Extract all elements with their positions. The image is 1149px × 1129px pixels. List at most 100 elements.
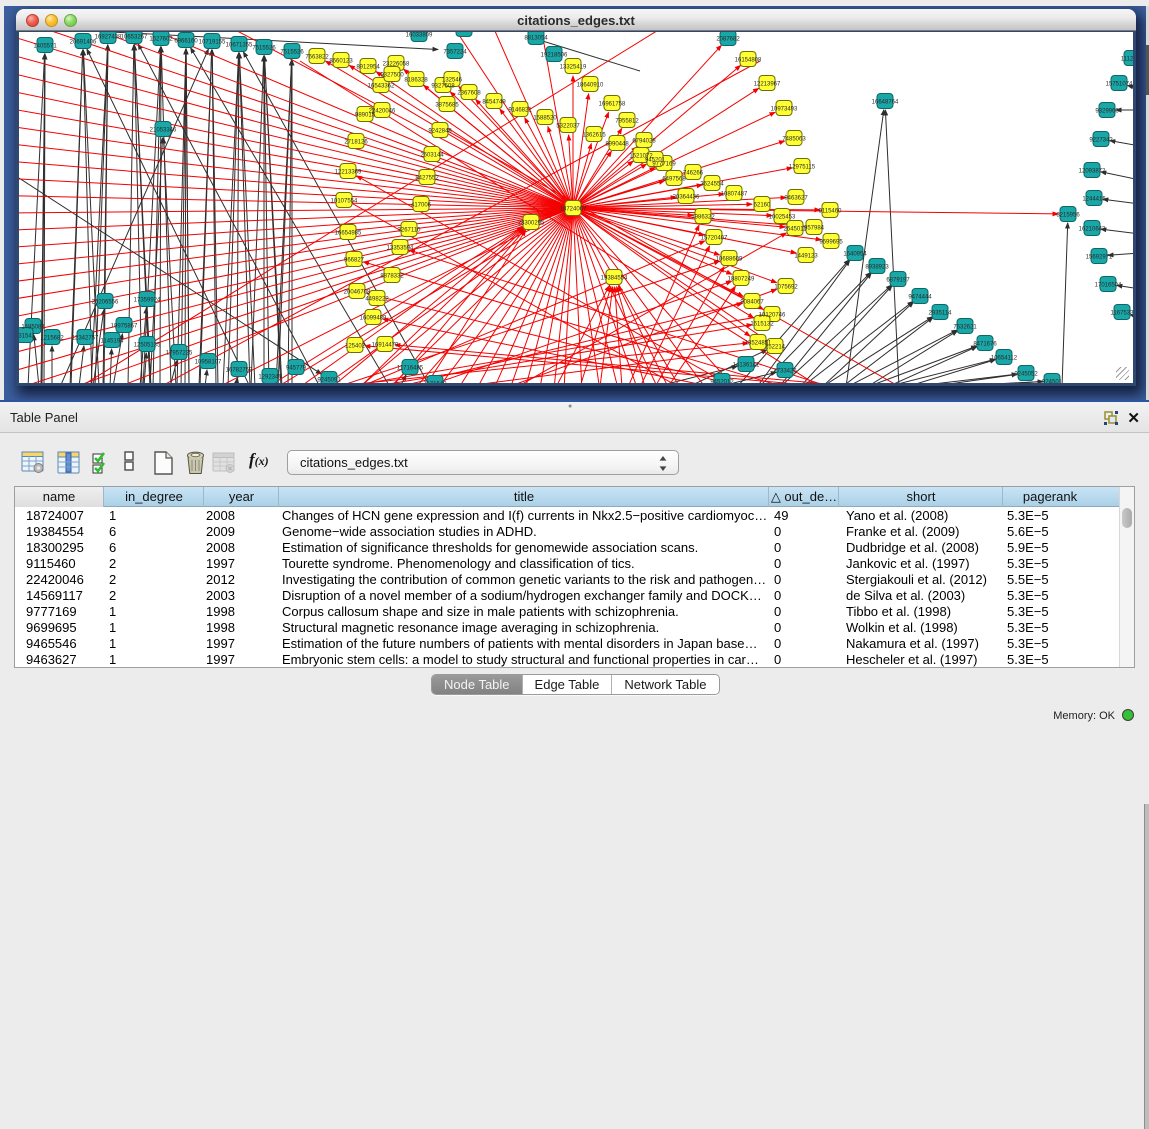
svg-text:5322037: 5322037 <box>556 124 580 130</box>
svg-text:7955812: 7955812 <box>615 119 639 125</box>
svg-text:966827: 966827 <box>344 258 365 264</box>
svg-text:417006: 417006 <box>411 203 432 209</box>
svg-text:1362615: 1362615 <box>582 133 606 139</box>
svg-text:16654985: 16654985 <box>335 231 362 237</box>
svg-text:7986322: 7986322 <box>691 215 715 221</box>
svg-text:7485063: 7485063 <box>782 137 806 143</box>
svg-text:12093872: 12093872 <box>1079 169 1106 175</box>
svg-text:9699695: 9699695 <box>819 240 843 246</box>
svg-text:2367608: 2367608 <box>457 91 481 97</box>
svg-text:8912954: 8912954 <box>356 65 380 71</box>
svg-text:9245052: 9245052 <box>1014 372 1038 378</box>
svg-text:18724007: 18724007 <box>560 207 587 213</box>
svg-text:20364436: 20364436 <box>673 195 700 201</box>
svg-text:20206556: 20206556 <box>92 300 119 306</box>
svg-text:7663822: 7663822 <box>305 55 329 61</box>
svg-text:9452012: 9452012 <box>710 380 734 384</box>
svg-text:9245091: 9245091 <box>317 378 341 384</box>
svg-text:10807487: 10807487 <box>721 192 748 198</box>
svg-text:1615132: 1615132 <box>750 322 774 328</box>
svg-text:3875685: 3875685 <box>435 103 459 109</box>
svg-text:4498222: 4498222 <box>365 297 389 303</box>
svg-text:9327500: 9327500 <box>380 73 404 79</box>
svg-text:945201: 945201 <box>645 158 666 164</box>
svg-text:16782759: 16782759 <box>226 368 253 374</box>
svg-text:2935114: 2935114 <box>929 311 953 317</box>
svg-text:8471676: 8471676 <box>973 342 997 348</box>
svg-text:7515526: 7515526 <box>252 46 276 52</box>
svg-text:989015: 989015 <box>355 113 376 119</box>
svg-text:746266: 746266 <box>683 171 704 177</box>
svg-text:8454749: 8454749 <box>482 100 506 106</box>
svg-text:6966160: 6966160 <box>174 39 198 45</box>
svg-text:8878332: 8878332 <box>380 274 404 280</box>
svg-text:11716485: 11716485 <box>397 366 424 372</box>
svg-text:23226058: 23226058 <box>383 62 410 68</box>
svg-text:9242848: 9242848 <box>428 129 452 135</box>
svg-text:10973493: 10973493 <box>771 107 798 113</box>
svg-text:13353594: 13353594 <box>387 246 414 252</box>
svg-text:14136141: 14136141 <box>733 363 760 369</box>
svg-text:15692971: 15692971 <box>1086 255 1113 261</box>
svg-text:17957225: 17957225 <box>166 351 193 357</box>
svg-text:6794028: 6794028 <box>632 139 656 145</box>
svg-text:19384554: 19384554 <box>601 276 628 282</box>
svg-text:16648764: 16648764 <box>872 100 899 106</box>
svg-text:9463627: 9463627 <box>784 196 808 202</box>
svg-text:3267110: 3267110 <box>398 228 422 234</box>
svg-text:1171640: 1171640 <box>424 382 448 384</box>
svg-text:2087682: 2087682 <box>716 37 740 43</box>
svg-text:7632621: 7632621 <box>953 325 977 331</box>
svg-text:1588520: 1588520 <box>533 116 557 122</box>
svg-text:2718126: 2718126 <box>344 140 368 146</box>
svg-text:8215956: 8215956 <box>1056 213 1080 219</box>
svg-text:12213967: 12213967 <box>754 82 781 88</box>
svg-text:10653267: 10653267 <box>121 35 148 41</box>
svg-text:8427552: 8427552 <box>415 176 439 182</box>
svg-text:23300295: 23300295 <box>518 221 545 227</box>
svg-text:6497568: 6497568 <box>662 177 686 183</box>
svg-text:1112334: 1112334 <box>1121 57 1133 63</box>
svg-text:10025453: 10025453 <box>769 215 796 221</box>
svg-text:1640954: 1640954 <box>843 252 867 258</box>
svg-text:19975867: 19975867 <box>111 324 138 330</box>
svg-text:1405571: 1405571 <box>33 44 57 50</box>
svg-text:924501: 924501 <box>1042 380 1063 384</box>
svg-text:931541: 931541 <box>19 334 36 340</box>
svg-text:9084067: 9084067 <box>740 300 764 306</box>
svg-text:16961758: 16961758 <box>599 102 626 108</box>
svg-text:15751074: 15751074 <box>1106 82 1133 88</box>
svg-text:1145194: 1145194 <box>101 339 125 345</box>
svg-text:6879197: 6879197 <box>886 278 910 284</box>
svg-text:8186328: 8186328 <box>404 78 428 84</box>
svg-text:132546: 132546 <box>442 78 463 84</box>
svg-text:1485081: 1485081 <box>21 325 45 331</box>
svg-text:9327508: 9327508 <box>431 84 455 90</box>
svg-text:16033809: 16033809 <box>406 33 433 39</box>
svg-text:1215682: 1215682 <box>40 336 64 342</box>
svg-text:16099489: 16099489 <box>360 316 387 322</box>
svg-text:10107554: 10107554 <box>331 199 358 205</box>
svg-text:8660123: 8660123 <box>329 59 353 65</box>
svg-text:13325419: 13325419 <box>560 65 587 71</box>
svg-text:252214: 252214 <box>765 345 786 351</box>
svg-text:9115460: 9115460 <box>819 209 843 215</box>
svg-text:16154808: 16154808 <box>735 58 762 64</box>
svg-text:8938923: 8938923 <box>865 265 889 271</box>
svg-text:10120746: 10120746 <box>759 313 786 319</box>
svg-text:10958107: 10958107 <box>195 360 222 366</box>
svg-text:9329966: 9329966 <box>1095 109 1119 115</box>
svg-text:9227342: 9227342 <box>1089 138 1113 144</box>
svg-text:10719155: 10719155 <box>199 40 226 46</box>
svg-text:12342757: 12342757 <box>72 336 99 342</box>
svg-text:1733426: 1733426 <box>773 369 797 375</box>
svg-text:12975115: 12975115 <box>789 165 816 171</box>
svg-text:9146821: 9146821 <box>508 108 532 114</box>
svg-text:10654112: 10654112 <box>991 356 1018 362</box>
svg-text:18640910: 18640910 <box>577 83 604 89</box>
svg-text:16927438: 16927438 <box>95 35 122 41</box>
svg-text:945779: 945779 <box>286 366 307 372</box>
svg-text:16914479: 16914479 <box>372 343 399 349</box>
svg-text:16210643: 16210643 <box>1079 227 1106 233</box>
svg-text:7515526: 7515526 <box>280 50 304 56</box>
